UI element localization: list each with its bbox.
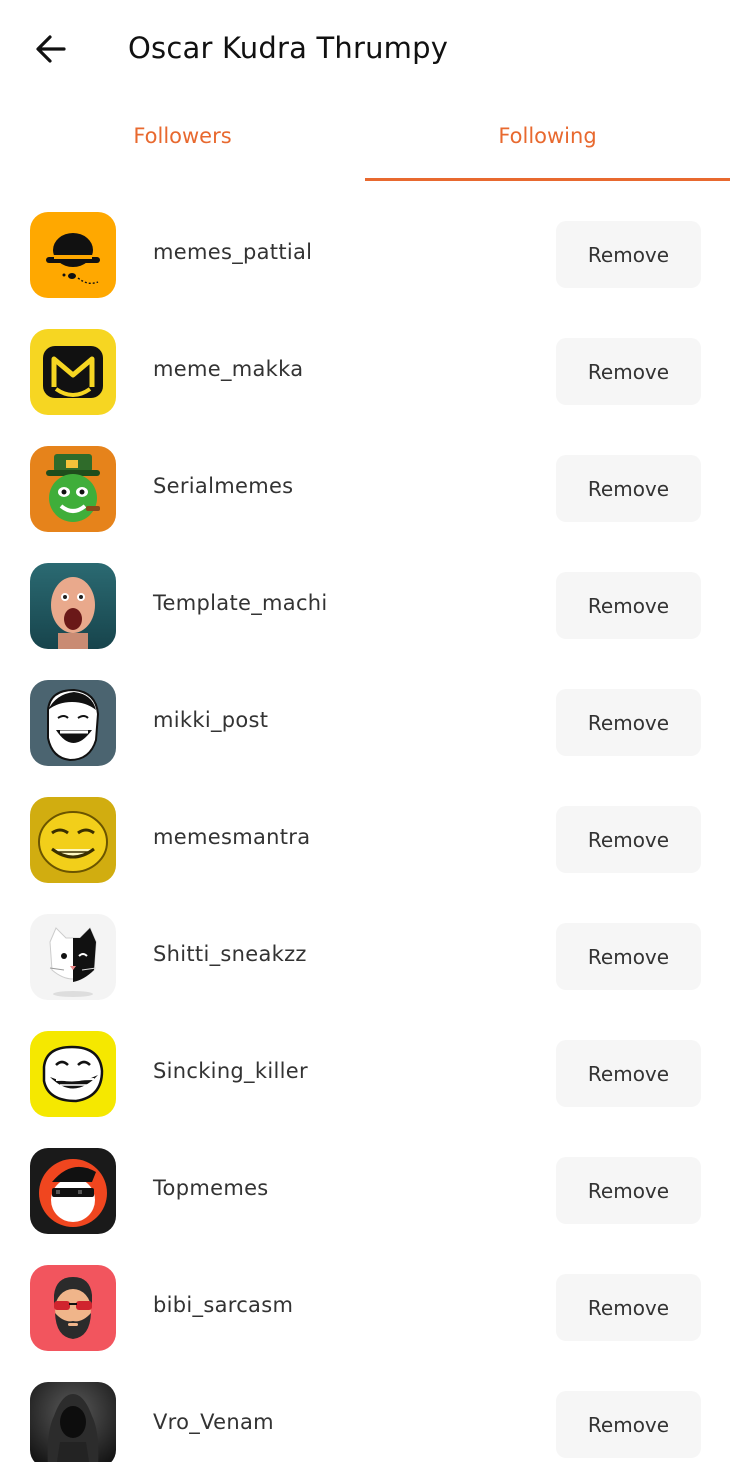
username[interactable]: Template_machi (153, 591, 328, 615)
troll-face-avatar (30, 1031, 116, 1117)
tab-followers[interactable]: Followers (0, 100, 365, 182)
avatar[interactable] (30, 329, 116, 415)
username[interactable]: bibi_sarcasm (153, 1293, 293, 1317)
username[interactable]: Sincking_killer (153, 1059, 308, 1083)
page-title: Oscar Kudra Thrumpy (128, 31, 449, 65)
remove-button[interactable]: Remove (556, 1274, 701, 1341)
avatar[interactable] (30, 1265, 116, 1351)
avatar[interactable] (30, 563, 116, 649)
list-item: mikki_post Remove (0, 664, 730, 781)
avatar[interactable] (30, 446, 116, 532)
username[interactable]: Vro_Venam (153, 1410, 274, 1434)
remove-button[interactable]: Remove (556, 1391, 701, 1458)
arrow-left-icon (36, 35, 66, 63)
cat-face-avatar (30, 914, 116, 1000)
bearded-man-sunglasses-avatar (30, 1265, 116, 1351)
avatar[interactable] (30, 1031, 116, 1117)
back-button[interactable] (30, 28, 72, 70)
list-item: Serialmemes Remove (0, 430, 730, 547)
letter-m-avatar (30, 329, 116, 415)
list-item: Template_machi Remove (0, 547, 730, 664)
avatar[interactable] (30, 1382, 116, 1462)
username[interactable]: Serialmemes (153, 474, 293, 498)
top-gun-cap-avatar (30, 1148, 116, 1234)
list-item: meme_makka Remove (0, 313, 730, 430)
username[interactable]: memesmantra (153, 825, 310, 849)
avatar[interactable] (30, 1148, 116, 1234)
following-list: memes_pattial Remove meme_makka Remove S… (0, 196, 730, 1462)
avatar[interactable] (30, 680, 116, 766)
list-item: Sincking_killer Remove (0, 1015, 730, 1132)
remove-button[interactable]: Remove (556, 221, 701, 288)
green-leprechaun-avatar (30, 446, 116, 532)
list-item: Topmemes Remove (0, 1132, 730, 1249)
app-header: Oscar Kudra Thrumpy (0, 0, 730, 100)
remove-button[interactable]: Remove (556, 689, 701, 756)
remove-button[interactable]: Remove (556, 1157, 701, 1224)
bowler-hat-avatar (30, 212, 116, 298)
laughing-meme-face-avatar (30, 680, 116, 766)
list-item: memes_pattial Remove (0, 196, 730, 313)
list-item: Shitti_sneakzz Remove (0, 898, 730, 1015)
tab-bar: Followers Following (0, 100, 730, 182)
username[interactable]: Topmemes (153, 1176, 269, 1200)
yellow-smirk-face-avatar (30, 797, 116, 883)
avatar[interactable] (30, 212, 116, 298)
username[interactable]: memes_pattial (153, 240, 312, 264)
username[interactable]: Shitti_sneakzz (153, 942, 307, 966)
list-item: memesmantra Remove (0, 781, 730, 898)
remove-button[interactable]: Remove (556, 923, 701, 990)
avatar[interactable] (30, 797, 116, 883)
username[interactable]: meme_makka (153, 357, 303, 381)
list-item: Vro_Venam Remove (0, 1366, 730, 1462)
remove-button[interactable]: Remove (556, 1040, 701, 1107)
hooded-figure-avatar (30, 1382, 116, 1462)
username[interactable]: mikki_post (153, 708, 268, 732)
remove-button[interactable]: Remove (556, 455, 701, 522)
remove-button[interactable]: Remove (556, 806, 701, 873)
active-tab-indicator (365, 178, 730, 181)
screaming-man-avatar (30, 563, 116, 649)
remove-button[interactable]: Remove (556, 338, 701, 405)
list-item: bibi_sarcasm Remove (0, 1249, 730, 1366)
tab-following[interactable]: Following (365, 100, 730, 182)
remove-button[interactable]: Remove (556, 572, 701, 639)
avatar[interactable] (30, 914, 116, 1000)
